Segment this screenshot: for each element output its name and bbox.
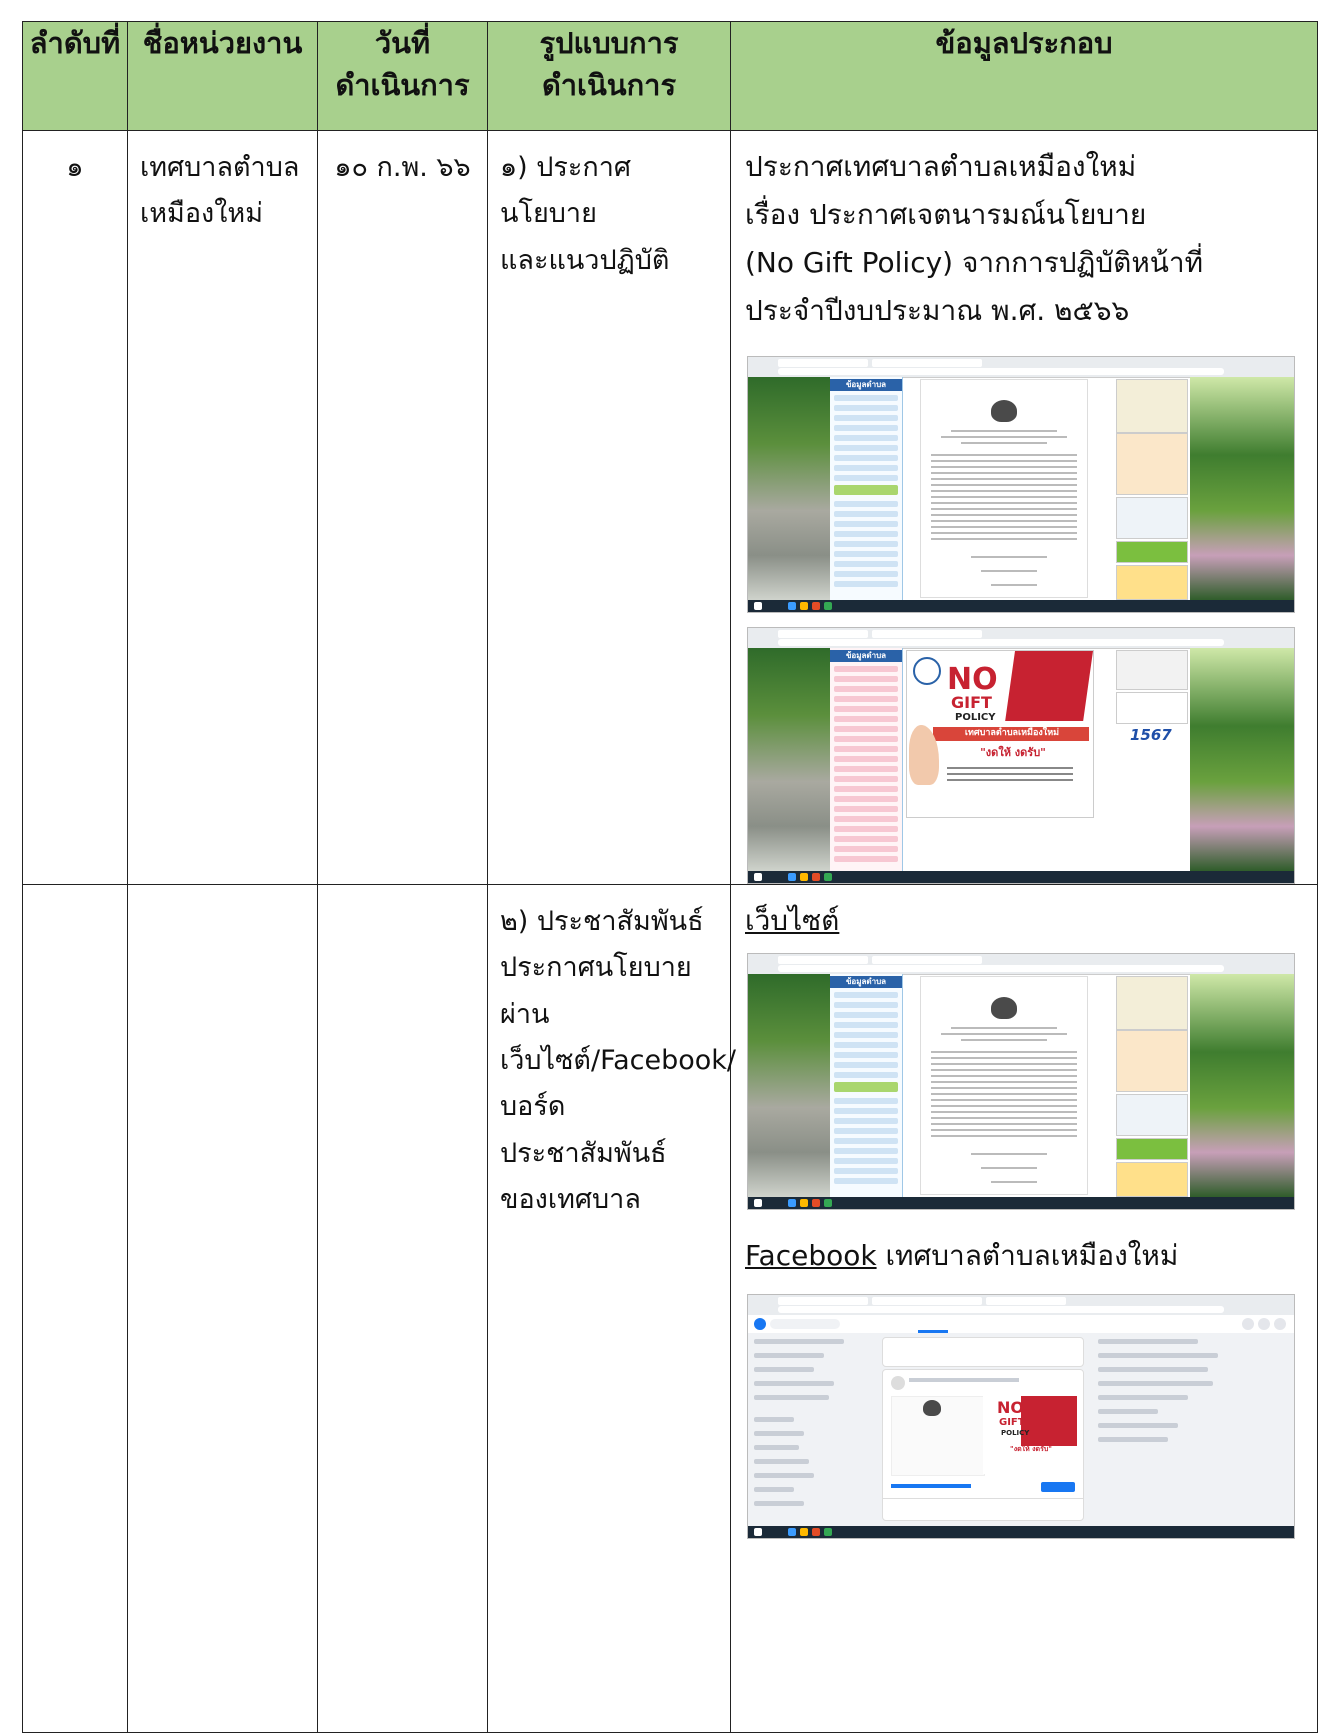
nogift-slogan: "งดให้ งดรับ" <box>980 745 1046 759</box>
cell-format: ๒) ประชาสัมพันธ์ ประกาศนโยบายผ่าน เว็บไซ… <box>487 883 736 1733</box>
table-row: ๒) ประชาสัมพันธ์ ประกาศนโยบายผ่าน เว็บไซ… <box>22 883 1318 1733</box>
nogift-title: NO <box>947 661 998 697</box>
header-info: ข้อมูลประกอบ <box>730 21 1318 131</box>
facebook-logo-icon <box>754 1317 766 1330</box>
website-screenshot: ข้อมูลตำบล <box>747 952 1295 1210</box>
header-format: รูปแบบการ ดำเนินการ <box>487 21 731 131</box>
hotline-1567: 1567 <box>1130 725 1172 744</box>
browser-bar <box>748 1294 1294 1316</box>
facebook-page-name: เทศบาลตำบลเหมืองใหม่ <box>876 1238 1179 1272</box>
website-nogift-screenshot: ข้อมูลตำบล NO GIFT POLICY เทศบาลตำบลเหมื… <box>747 626 1295 884</box>
cell-format: ๑) ประกาศนโยบาย และแนวปฏิบัติ <box>487 130 731 885</box>
facebook-screenshot: NO GIFT POLICY "งดให้ งดรับ" <box>747 1293 1295 1539</box>
website-label: เว็บไซต์ <box>745 903 840 937</box>
table-row: ๑ เทศบาลตำบล เหมืองใหม่ ๑๐ ก.พ. ๖๖ ๑) ปร… <box>22 130 1318 885</box>
announcement-title: ประกาศเทศบาลตำบลเหมืองใหม่ <box>745 150 1137 183</box>
facebook-label: Facebook <box>745 1238 877 1272</box>
menu-header: ข้อมูลตำบล <box>830 975 902 988</box>
header-date: วันที่ ดำเนินการ <box>317 21 488 131</box>
announcement-year: ประจำปีงบประมาณ พ.ศ. ๒๕๖๖ <box>745 294 1130 328</box>
cell-date: ๑๐ ก.พ. ๖๖ <box>317 130 488 885</box>
nogift-gift: GIFT <box>951 692 992 712</box>
nogift-policy: POLICY <box>955 711 996 723</box>
announcement-policy: (No Gift Policy) จากการปฏิบัติหน้าที่ <box>745 246 1204 280</box>
menu-header: ข้อมูลตำบล <box>830 378 902 391</box>
cell-order: ๑ <box>22 130 128 885</box>
cell-agency-empty <box>127 883 318 1733</box>
results-table: ลำดับที่ ชื่อหน่วยงาน วันที่ ดำเนินการ ร… <box>22 21 1318 1733</box>
header-row: ลำดับที่ ชื่อหน่วยงาน วันที่ ดำเนินการ ร… <box>22 21 1318 131</box>
browser-bar <box>748 627 1294 649</box>
cell-agency: เทศบาลตำบล เหมืองใหม่ <box>127 130 318 885</box>
nogift-slogan: "งดให้ งดรับ" <box>1010 1444 1052 1453</box>
nogift-gift: GIFT <box>999 1416 1025 1428</box>
website-announcement-screenshot: ข้อมูลตำบล <box>747 355 1295 613</box>
browser-bar <box>748 953 1294 975</box>
cell-info: ประกาศเทศบาลตำบลเหมืองใหม่ เรื่อง ประกาศ… <box>730 130 1318 885</box>
header-agency: ชื่อหน่วยงาน <box>127 21 318 131</box>
nogift-banner: เทศบาลตำบลเหมืองใหม่ <box>964 727 1060 738</box>
cell-order-empty <box>22 883 128 1733</box>
announcement-subject: เรื่อง ประกาศเจตนารมณ์นโยบาย <box>745 198 1147 232</box>
nogift-policy: POLICY <box>1001 1428 1030 1437</box>
nogift-title: NO <box>997 1397 1024 1417</box>
header-order: ลำดับที่ <box>22 21 128 131</box>
browser-bar <box>748 356 1294 378</box>
cell-date-empty <box>317 883 488 1733</box>
menu-header: ข้อมูลตำบล <box>830 649 902 662</box>
cell-info: เว็บไซต์ ข้อมูลตำบล Facebook เทศบาลตำบลเ… <box>730 883 1318 1733</box>
